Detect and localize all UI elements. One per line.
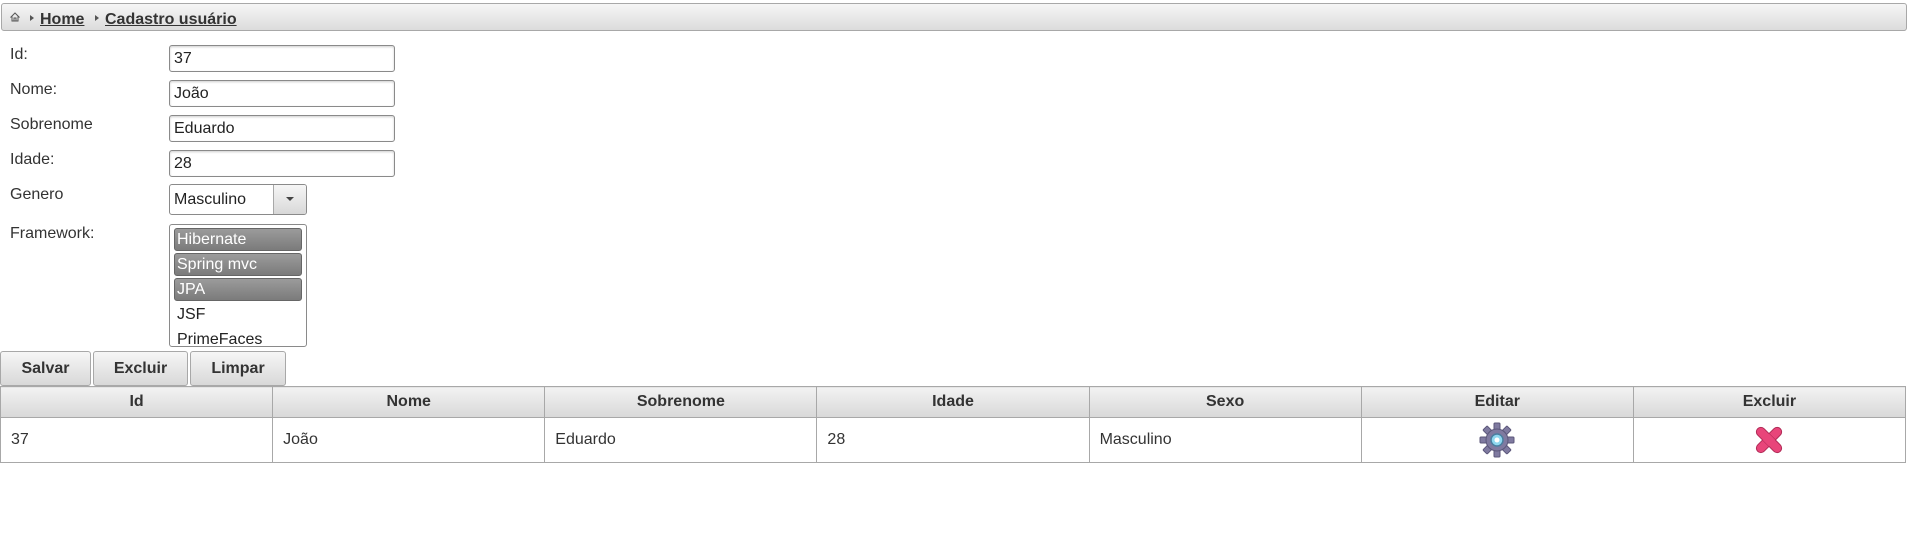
- breadcrumb-separator-icon: [30, 15, 34, 21]
- sobrenome-label: Sobrenome: [10, 116, 93, 133]
- framework-option-hibernate[interactable]: Hibernate: [174, 228, 302, 251]
- salvar-button[interactable]: Salvar: [0, 351, 91, 386]
- column-header-sobrenome[interactable]: Sobrenome: [544, 386, 818, 418]
- genero-dropdown-trigger[interactable]: [273, 185, 306, 214]
- gear-icon[interactable]: [1479, 422, 1515, 458]
- id-label: Id:: [10, 46, 28, 63]
- sobrenome-input[interactable]: [169, 115, 395, 142]
- breadcrumb-home-link[interactable]: Home: [40, 11, 84, 29]
- column-header-editar[interactable]: Editar: [1360, 386, 1634, 418]
- framework-option-primefaces[interactable]: PrimeFaces: [174, 328, 302, 351]
- nome-input[interactable]: [169, 80, 395, 107]
- cell-id: 37: [0, 417, 274, 463]
- framework-option-spring-mvc[interactable]: Spring mvc: [174, 253, 302, 276]
- excluir-button[interactable]: Excluir: [93, 351, 188, 386]
- nome-label: Nome:: [10, 81, 58, 98]
- cell-sexo: Masculino: [1088, 417, 1362, 463]
- cell-nome: João: [272, 417, 546, 463]
- framework-option-jpa[interactable]: JPA: [174, 278, 302, 301]
- framework-label: Framework:: [10, 225, 95, 242]
- genero-selected-value: Masculino: [174, 191, 247, 208]
- breadcrumb-separator-icon: [95, 15, 99, 21]
- cell-excluir: [1632, 417, 1907, 463]
- id-input[interactable]: [169, 45, 395, 72]
- column-header-id[interactable]: Id: [0, 386, 274, 418]
- column-header-excluir[interactable]: Excluir: [1632, 386, 1907, 418]
- column-header-sexo[interactable]: Sexo: [1088, 386, 1362, 418]
- breadcrumb: Home Cadastro usuário: [1, 3, 1907, 31]
- framework-option-jsf[interactable]: JSF: [174, 303, 302, 326]
- usuarios-table: Id Nome Sobrenome Idade Sexo Editar Excl…: [0, 386, 1907, 463]
- cell-editar: [1360, 417, 1634, 463]
- close-icon[interactable]: [1751, 422, 1787, 458]
- genero-label: Genero: [10, 186, 64, 203]
- idade-label: Idade:: [10, 151, 55, 168]
- chevron-down-icon: [286, 197, 294, 201]
- column-header-nome[interactable]: Nome: [272, 386, 546, 418]
- breadcrumb-cadastro-link[interactable]: Cadastro usuário: [105, 11, 237, 29]
- framework-listbox[interactable]: Hibernate Spring mvc JPA JSF PrimeFaces: [169, 224, 307, 348]
- cell-idade: 28: [816, 417, 1090, 463]
- column-header-idade[interactable]: Idade: [816, 386, 1090, 418]
- idade-input[interactable]: [169, 150, 395, 177]
- genero-select[interactable]: Masculino: [169, 184, 307, 215]
- cell-sobrenome: Eduardo: [544, 417, 818, 463]
- table-row[interactable]: 37 João Eduardo 28 Masculino: [0, 417, 1907, 463]
- table-header-row: Id Nome Sobrenome Idade Sexo Editar Excl…: [0, 386, 1907, 418]
- limpar-button[interactable]: Limpar: [190, 351, 286, 386]
- home-icon[interactable]: [10, 12, 20, 22]
